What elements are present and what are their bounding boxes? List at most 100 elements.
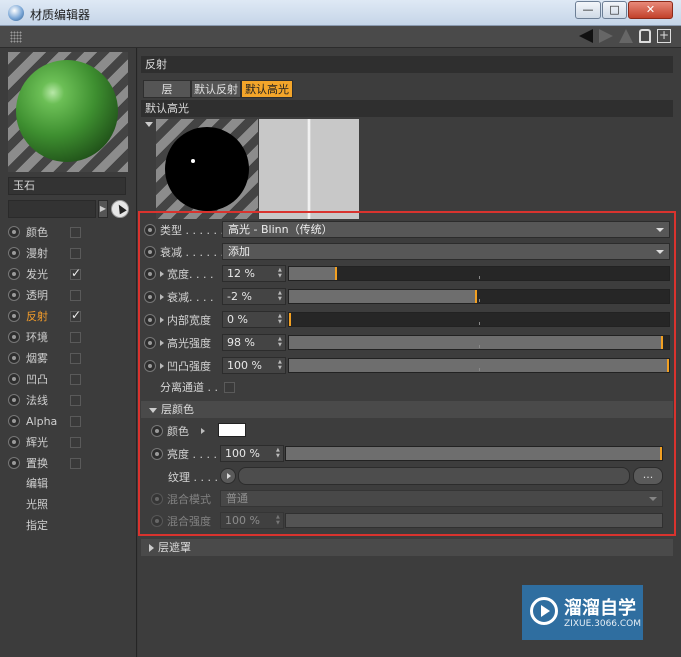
param-slider-handle[interactable] [475,290,477,303]
param-animate-icon[interactable] [144,360,156,372]
maximize-button[interactable]: □ [602,1,627,19]
blend-strength-animate-icon[interactable] [151,515,163,527]
search-input[interactable] [8,200,96,218]
tab-layer[interactable]: 层 [143,80,191,98]
channel-animate-icon[interactable] [8,268,20,280]
grip-icon[interactable] [10,31,22,43]
expand-arrow-icon[interactable] [160,294,164,300]
channel-checkbox[interactable] [70,331,81,343]
channel-checkbox[interactable] [70,436,81,448]
expand-arrow-icon[interactable] [160,317,164,323]
falloff-dropdown[interactable]: 添加 [222,243,670,260]
param-value-field[interactable]: 12 % [222,265,286,282]
material-preview[interactable] [8,52,128,172]
param-animate-icon[interactable] [144,268,156,280]
forward-arrow-icon[interactable] [599,29,613,43]
sidebar-item-illumination[interactable]: 光照 [26,496,48,512]
falloff-animate-icon[interactable] [144,246,156,258]
channel-animate-icon[interactable] [8,373,20,385]
blend-mode-animate-icon[interactable] [151,493,163,505]
brightness-animate-icon[interactable] [151,448,163,460]
texture-slot[interactable] [238,467,630,485]
channel-animate-icon[interactable] [8,415,20,427]
minimize-button[interactable]: — [575,1,601,19]
param-animate-icon[interactable] [144,314,156,326]
color-animate-icon[interactable] [151,425,163,437]
channel-animate-icon[interactable] [8,436,20,448]
up-arrow-icon[interactable] [619,29,633,43]
channel-item[interactable]: 透明 [8,285,130,305]
lock-icon[interactable] [639,29,651,43]
tab-default-specular[interactable]: 默认高光 [241,80,293,98]
param-slider-handle[interactable] [335,267,337,280]
expand-arrow-icon[interactable] [201,428,205,434]
blend-strength-field[interactable]: 100 % [220,512,284,529]
color-swatch[interactable] [218,423,246,437]
channel-item[interactable]: 凹凸 [8,369,130,389]
sidebar-item-assign[interactable]: 指定 [26,517,48,533]
back-arrow-icon[interactable] [579,29,593,43]
layer-color-header[interactable]: 层颜色 [141,401,673,418]
channel-checkbox[interactable] [70,394,81,406]
channel-checkbox[interactable] [70,308,81,322]
brightness-slider-handle[interactable] [660,447,662,460]
channel-animate-icon[interactable] [8,394,20,406]
channel-checkbox[interactable] [70,247,81,259]
channel-item[interactable]: Alpha [8,411,130,431]
search-dropdown-arrow-icon[interactable]: ▶ [98,200,108,218]
channel-animate-icon[interactable] [8,289,20,301]
channel-item[interactable]: 法线 [8,390,130,410]
param-slider[interactable] [288,312,670,327]
expand-arrow-icon[interactable] [160,363,164,369]
tab-default-reflection[interactable]: 默认反射 [191,80,241,98]
param-value-field[interactable]: -2 % [222,288,286,305]
texture-browse-button[interactable]: ... [633,467,663,485]
texture-menu-button[interactable] [220,468,236,484]
param-slider[interactable] [288,289,670,304]
channel-checkbox[interactable] [70,457,81,469]
channel-item[interactable]: 颜色 [8,222,130,242]
channel-item[interactable]: 发光 [8,264,130,284]
expand-arrow-icon[interactable] [160,271,164,277]
blend-strength-slider[interactable] [285,513,663,528]
pick-cursor-icon[interactable] [111,200,129,218]
layer-mask-header[interactable]: 层遮罩 [141,539,673,556]
type-dropdown[interactable]: 高光 - Blinn（传统） [222,221,670,238]
channel-animate-icon[interactable] [8,352,20,364]
channel-animate-icon[interactable] [8,331,20,343]
channel-checkbox[interactable] [70,226,81,238]
param-value-field[interactable]: 100 % [222,357,286,374]
sidebar-item-edit[interactable]: 编辑 [26,475,48,491]
expand-arrow-icon[interactable] [160,340,164,346]
channel-animate-icon[interactable] [8,457,20,469]
channel-item[interactable]: 置换 [8,453,130,473]
channel-checkbox[interactable] [70,415,81,427]
material-name-field[interactable]: 玉石 [8,177,126,195]
brightness-field[interactable]: 100 % [220,445,284,462]
channel-animate-icon[interactable] [8,247,20,259]
param-value-field[interactable]: 0 % [222,311,286,328]
param-slider-handle[interactable] [661,336,663,349]
channel-item[interactable]: 辉光 [8,432,130,452]
param-slider-handle[interactable] [289,313,291,326]
channel-item[interactable]: 烟雾 [8,348,130,368]
channel-animate-icon[interactable] [8,310,20,322]
param-slider[interactable] [288,266,670,281]
close-button[interactable]: ✕ [628,1,673,19]
type-animate-icon[interactable] [144,224,156,236]
channel-item[interactable]: 漫射 [8,243,130,263]
channel-checkbox[interactable] [70,289,81,301]
param-value-field[interactable]: 98 % [222,334,286,351]
param-animate-icon[interactable] [144,291,156,303]
separate-pass-checkbox[interactable] [224,381,235,393]
channel-animate-icon[interactable] [8,226,20,238]
param-animate-icon[interactable] [144,337,156,349]
channel-item[interactable]: 环境 [8,327,130,347]
channel-item[interactable]: 反射 [8,306,130,326]
param-slider[interactable] [288,335,670,350]
brightness-slider[interactable] [285,446,663,461]
channel-checkbox[interactable] [70,266,81,280]
param-slider-handle[interactable] [667,359,669,372]
blend-mode-dropdown[interactable]: 普通 [220,490,663,507]
new-window-icon[interactable]: + [657,29,671,43]
